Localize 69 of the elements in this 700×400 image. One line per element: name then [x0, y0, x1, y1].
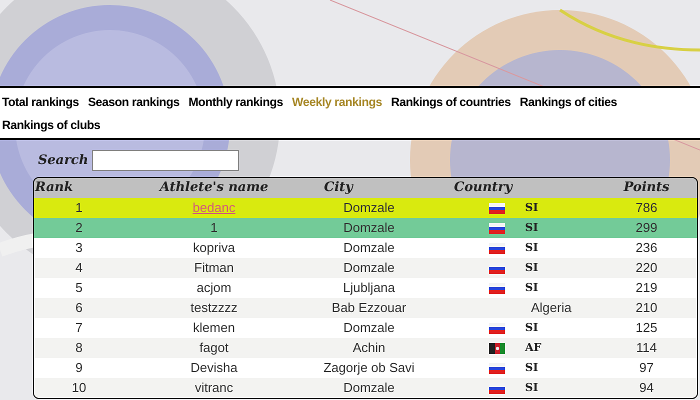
table-cell-text: Bab Ezzouar: [330, 299, 408, 318]
table-cell: klemen: [193, 320, 235, 336]
column-header: Country: [453, 179, 514, 198]
table-cell-text: 1: [74, 199, 84, 218]
country-code: SI: [525, 280, 538, 296]
table-cell-text: 94: [638, 379, 655, 398]
table-cell-text: 236: [634, 239, 658, 258]
search-label: Search: [38, 152, 88, 170]
nav-link[interactable]: Rankings of cities: [520, 92, 618, 112]
table-cell-text: 97: [638, 359, 655, 378]
table-cell-text: 114: [635, 339, 658, 358]
country-code: SI: [525, 260, 538, 276]
table-cell-text: Domzale: [342, 219, 396, 238]
nav-link[interactable]: Rankings of clubs: [2, 115, 100, 135]
table-cell: fagot: [200, 340, 228, 356]
flag-icon: [489, 242, 505, 254]
column-header: Athlete's name: [158, 179, 270, 198]
table-cell-text: 8: [74, 339, 84, 358]
table-cell-text: Achin: [352, 339, 386, 358]
table-cell: vitranc: [194, 380, 234, 396]
table-cell-text: 4: [74, 259, 84, 278]
table-cell-text: 7: [74, 319, 84, 338]
country-code: SI: [525, 240, 538, 256]
search-field[interactable]: [92, 150, 240, 171]
table-cell-text: Algeria: [531, 299, 572, 318]
country-code: AF: [525, 340, 542, 356]
table-cell: kopriva: [193, 240, 235, 256]
table-cell: 1: [210, 220, 218, 236]
table-cell: Devisha: [190, 360, 238, 376]
country-code: SI: [525, 220, 538, 236]
table-cell-text: 210: [634, 299, 658, 318]
table-cell-text: 10: [70, 379, 88, 398]
table-cell-text: Domzale: [342, 199, 396, 218]
table-cell-text: 6: [74, 299, 84, 318]
table-cell-text: 220: [634, 259, 658, 278]
table-cell-text: 125: [634, 319, 658, 338]
table-cell-text: 299: [634, 219, 658, 238]
table-cell-text: 3: [74, 239, 84, 258]
flag-icon: [489, 342, 505, 354]
table-cell: acjom: [196, 280, 232, 296]
column-header: Rank: [34, 179, 74, 198]
table-cell-text: Ljubljana: [342, 279, 396, 298]
country-code: SI: [525, 360, 538, 376]
table-cell-text: 2: [74, 219, 84, 238]
country-code: SI: [525, 380, 538, 396]
table-cell-text: Domzale: [342, 239, 396, 258]
flag-icon: [489, 362, 505, 374]
nav-link[interactable]: Season rankings: [88, 92, 180, 112]
table-cell: testzzzz: [190, 300, 238, 316]
flag-icon: [489, 222, 505, 234]
column-header: City: [323, 179, 354, 198]
table-cell-text: Zagorje ob Savi: [322, 359, 416, 378]
flag-icon: [489, 282, 505, 294]
table-cell-text: Domzale: [342, 259, 396, 278]
table-cell-text: 5: [74, 279, 84, 298]
table-cell-text: Domzale: [342, 379, 396, 398]
flag-icon: [489, 322, 505, 334]
table-cell-text: 786: [634, 199, 658, 218]
nav-link[interactable]: Total rankings: [2, 92, 79, 112]
table-cell: Fitman: [194, 260, 234, 276]
nav-link[interactable]: Rankings of countries: [391, 92, 511, 112]
flag-icon: [489, 202, 505, 214]
country-code: SI: [525, 200, 538, 216]
table-cell-text: 219: [634, 279, 658, 298]
country-code: SI: [525, 320, 538, 336]
column-header: Points: [622, 179, 670, 198]
table-cell-text: Domzale: [342, 319, 396, 338]
nav-link[interactable]: Monthly rankings: [188, 92, 284, 112]
table-cell-text: 9: [74, 359, 84, 378]
